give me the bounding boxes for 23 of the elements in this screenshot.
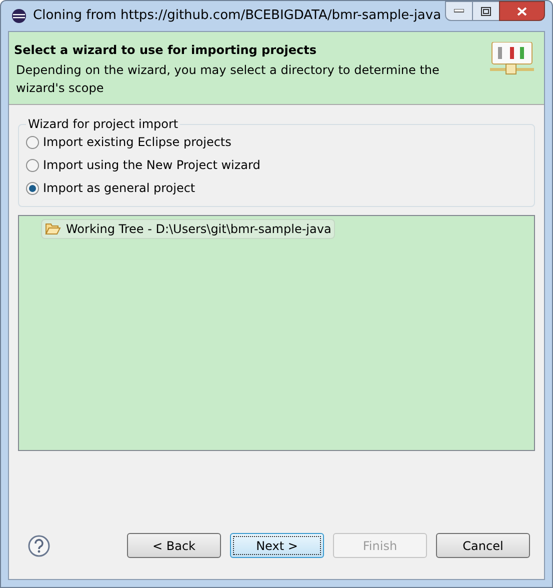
minimize-button[interactable]: [445, 1, 473, 21]
wizard-button[interactable]: Cancel: [436, 533, 530, 558]
maximize-button[interactable]: [473, 1, 499, 21]
tree-item[interactable]: Working Tree - D:\Users\git\bmr-sample-java: [41, 219, 336, 239]
group-label: Wizard for project import: [27, 116, 180, 133]
header-description: Depending on the wizard, you may select a directory to determine the wizard's scope: [15, 62, 440, 97]
option-label[interactable]: Import existing Eclipse projects: [43, 133, 232, 151]
option-label[interactable]: Import using the New Project wizard: [43, 156, 260, 174]
app-icon: [11, 8, 27, 24]
maximize-icon: [481, 6, 491, 16]
radio-button[interactable]: [26, 136, 39, 148]
close-button[interactable]: [499, 1, 545, 21]
close-icon: [517, 6, 527, 16]
option-label[interactable]: Import as general project: [43, 179, 196, 197]
minimize-icon: [454, 9, 464, 13]
wizard-button[interactable]: < Back: [127, 533, 221, 558]
radio-button[interactable]: [26, 182, 39, 194]
wizard-button[interactable]: Next >: [230, 533, 324, 558]
window-title: Cloning from https://github.com/BCEBIGDATA/bmr-sample-java: [33, 7, 442, 26]
folder-icon: [45, 223, 61, 235]
help-icon[interactable]: [28, 534, 50, 556]
radio-button[interactable]: [26, 158, 39, 172]
header-title: Select a wizard to use for importing projects: [14, 42, 318, 58]
